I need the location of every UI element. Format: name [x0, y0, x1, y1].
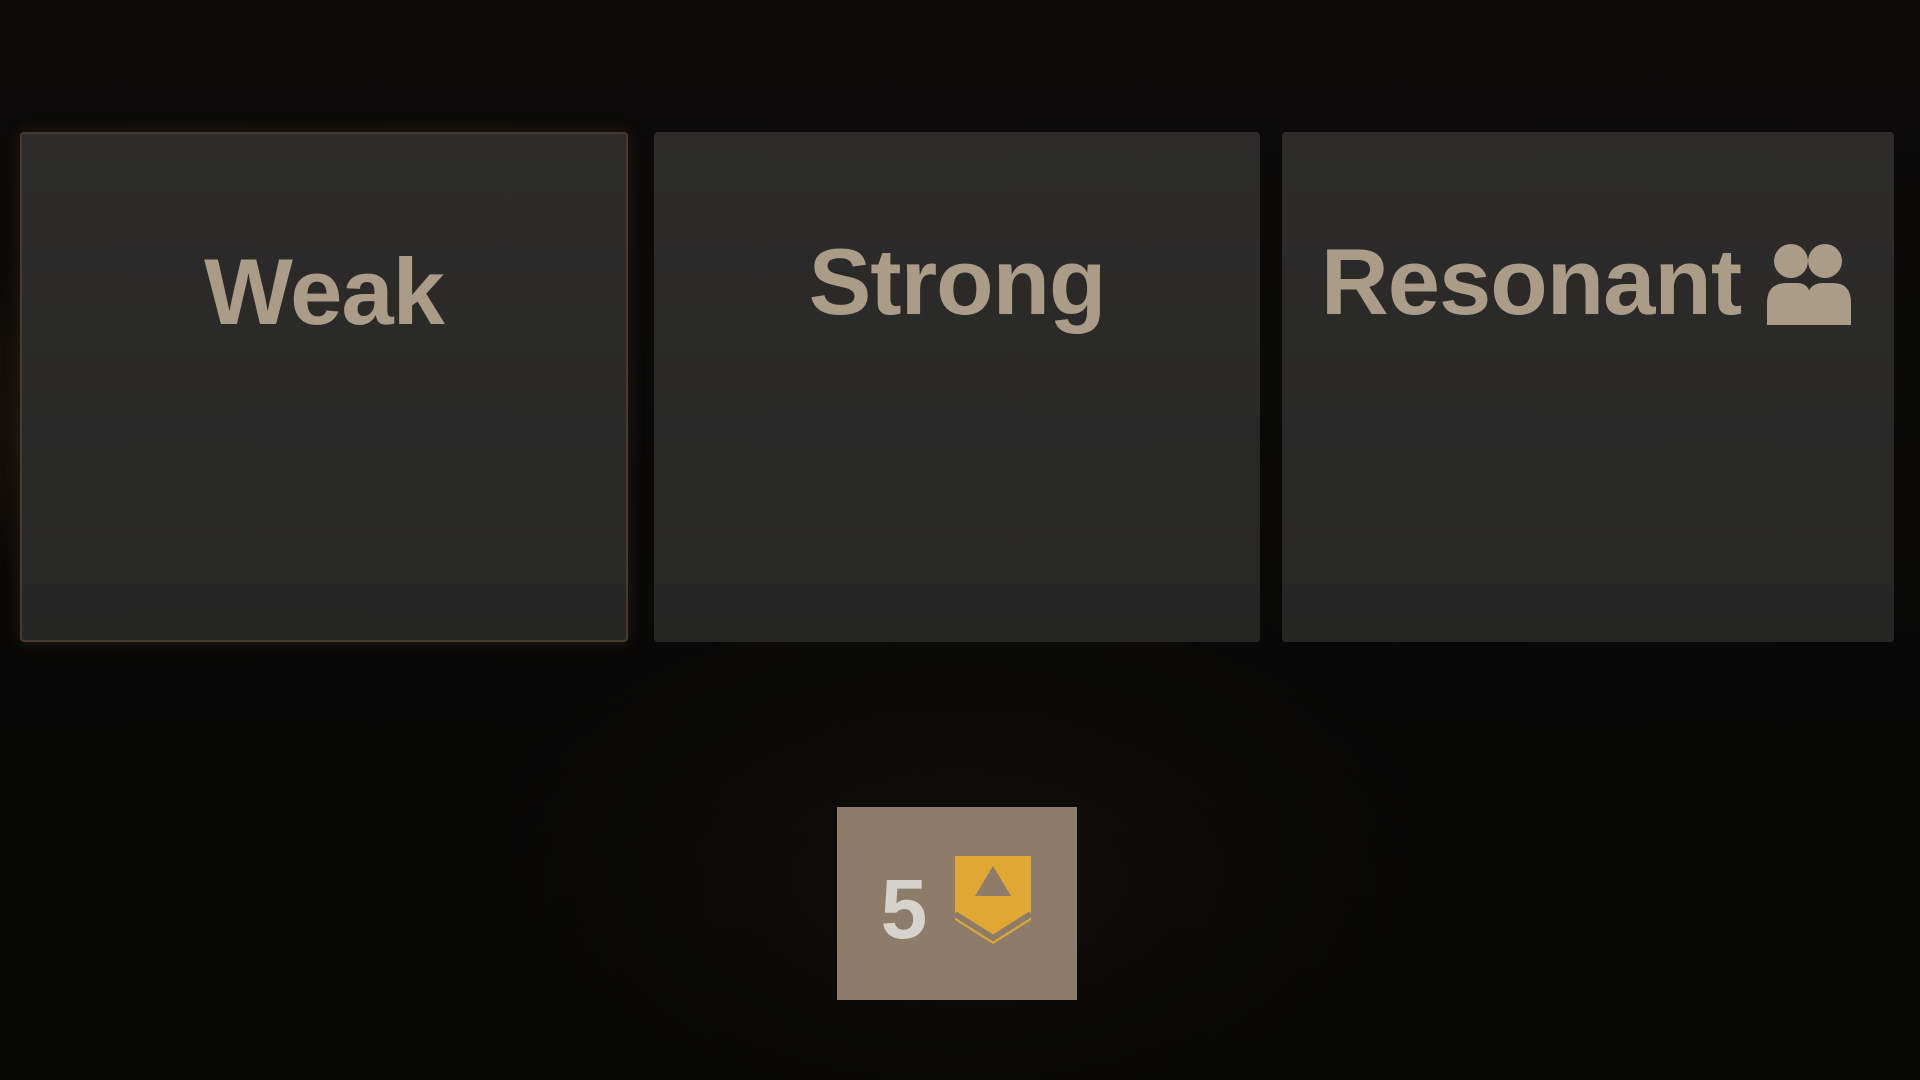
- group-icon: [1767, 244, 1852, 325]
- card-weak-label: Weak: [204, 239, 445, 344]
- card-strong-label: Strong: [808, 229, 1107, 334]
- rank-counter-value: 5: [880, 861, 928, 956]
- card-weak[interactable]: Weak: [20, 132, 628, 642]
- card-strong[interactable]: Strong: [654, 132, 1260, 642]
- rank-counter: 5: [837, 807, 1077, 1000]
- rank-chevron-icon: [953, 855, 1033, 944]
- card-resonant-label: Resonant: [1320, 229, 1742, 334]
- card-resonant[interactable]: Resonant: [1282, 132, 1894, 642]
- card-resonant-title: Resonant: [1282, 232, 1894, 332]
